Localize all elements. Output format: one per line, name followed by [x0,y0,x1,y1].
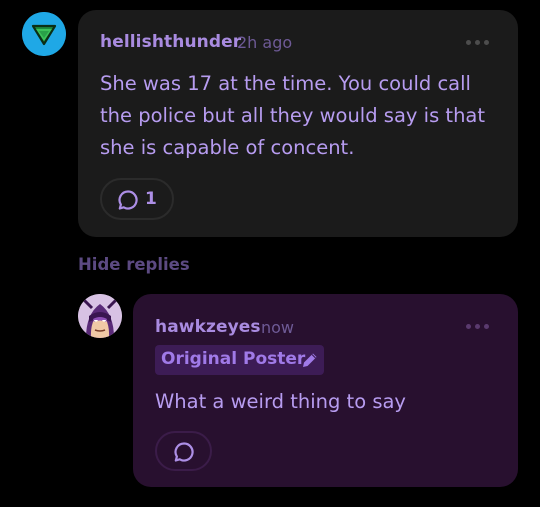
comment-text: She was 17 at the time. You could call t… [100,68,485,164]
comment-timestamp: 2h ago [237,33,293,52]
reply-timestamp: now [261,318,295,337]
pencil-icon [303,353,317,367]
more-horizontal-icon[interactable] [466,39,494,47]
comment-thread: hellishthunder 2h ago She was 17 at the … [0,0,540,507]
comment-text-line: She was 17 at the time. You could call [100,72,471,95]
reply-count: 1 [145,189,157,209]
cone-triangle-icon [22,12,66,56]
reply-button[interactable] [155,431,212,471]
reply-text: What a weird thing to say [155,390,406,413]
reply-username[interactable]: hawkzeyes [155,317,261,337]
hawkeye-avatar [78,294,122,338]
reply-button[interactable]: 1 [100,178,174,220]
comment-card: hellishthunder 2h ago She was 17 at the … [78,10,518,237]
reply-card: hawkzeyes now Original Poster What a wei… [133,294,518,487]
original-poster-badge: Original Poster [155,345,324,375]
hide-replies-button[interactable]: Hide replies [78,255,190,274]
avatar[interactable] [78,294,122,338]
badge-label: Original Poster [161,349,306,369]
comment-username[interactable]: hellishthunder [100,32,241,52]
comment-text-line: she is capable of concent. [100,136,355,159]
comment-text-line: the police but all they would say is tha… [100,104,486,127]
comment-bubble-icon [174,442,194,462]
avatar[interactable] [22,12,66,56]
comment-bubble-icon [118,190,138,210]
more-horizontal-icon[interactable] [466,323,494,331]
